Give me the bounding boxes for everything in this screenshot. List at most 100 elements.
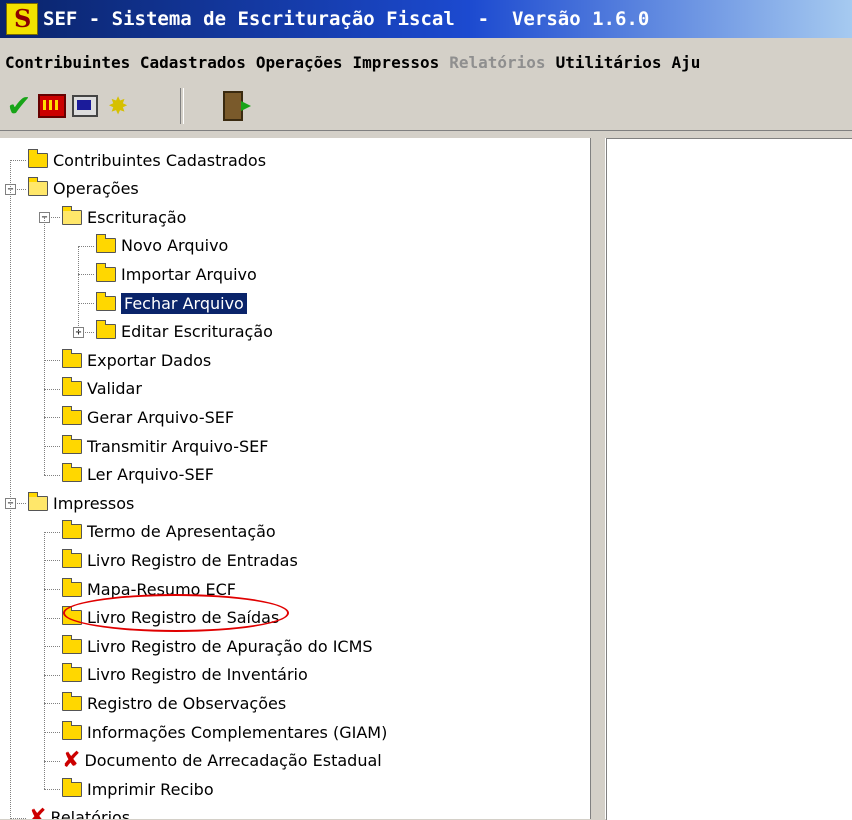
tree-node[interactable]: Validar: [62, 375, 142, 403]
tree-node-label: Relatórios: [50, 808, 131, 819]
folder-icon: [28, 148, 48, 168]
tree-connector: [44, 446, 60, 447]
toolbar-separator: [180, 88, 184, 124]
folder-icon: [96, 320, 116, 340]
menu-item-2[interactable]: Impressos: [348, 53, 445, 72]
tree-connector: [44, 760, 60, 762]
tree-connector: [44, 388, 60, 390]
tree-node[interactable]: Livro Registro de Inventário: [62, 661, 308, 689]
highlight-ellipse: [63, 594, 289, 632]
toolbar: ✔ ✸: [0, 82, 852, 131]
open-folder-icon: [62, 205, 82, 225]
tree-connector: [44, 360, 60, 362]
folder-icon: [96, 262, 116, 282]
tree-node-label: Ler Arquivo-SEF: [87, 465, 214, 485]
content-panel: [606, 138, 852, 820]
tree-node-label: Imprimir Recibo: [87, 779, 214, 799]
tree-node[interactable]: Gerar Arquivo-SEF: [62, 403, 234, 431]
folder-icon: [62, 663, 82, 683]
tree-connector: [44, 474, 60, 476]
menu-item-5[interactable]: Aju: [667, 53, 706, 72]
window-title: SEF - Sistema de Escrituração Fiscal - V…: [43, 8, 650, 30]
tree-node[interactable]: Importar Arquivo: [96, 260, 257, 288]
tree-node-label: Transmitir Arquivo-SEF: [87, 436, 269, 456]
tree-node[interactable]: Termo de Apresentação: [62, 518, 276, 546]
tree-node-label: Livro Registro de Inventário: [87, 665, 308, 685]
folder-icon: [96, 291, 116, 311]
open-folder-icon: [28, 177, 48, 197]
tree-connector: [44, 789, 60, 791]
tree-node-label: Registro de Observações: [87, 693, 287, 713]
tree-connector: [44, 589, 60, 590]
tree-connector: [78, 245, 94, 247]
exit-door-icon[interactable]: [219, 91, 251, 121]
tree-node[interactable]: Ler Arquivo-SEF: [62, 461, 214, 489]
tree-node[interactable]: Impressos: [28, 489, 134, 517]
tree-node-label: Termo de Apresentação: [87, 522, 276, 542]
tree-node-label: Impressos: [53, 493, 135, 513]
tree-node[interactable]: Editar Escrituração: [96, 318, 273, 346]
folder-icon: [62, 548, 82, 568]
navigation-tree-panel: Contribuintes Cadastrados − Operações − Escr…: [0, 138, 590, 819]
sef-app-icon: [6, 3, 38, 35]
navigation-tree: Contribuintes Cadastrados − Operações − Escr…: [0, 138, 590, 819]
tree-node[interactable]: Escrituração: [62, 203, 186, 231]
folder-icon: [62, 377, 82, 397]
tree-node[interactable]: Transmitir Arquivo-SEF: [62, 432, 268, 460]
tree-node[interactable]: Registro de Observações: [62, 689, 286, 717]
folder-icon: [62, 434, 82, 454]
tree-node-label: Importar Arquivo: [121, 264, 257, 284]
title-bar: SEF - Sistema de Escrituração Fiscal - V…: [0, 0, 852, 38]
tree-connector: [78, 274, 94, 276]
panel-splitter[interactable]: [590, 138, 606, 819]
tree-node-label: Gerar Arquivo-SEF: [87, 407, 235, 427]
menu-item-4[interactable]: Utilitários: [551, 53, 667, 72]
tree-node-label: Contribuintes Cadastrados: [53, 150, 267, 170]
tree-node[interactable]: Informações Complementares (GIAM): [62, 718, 387, 746]
tree-connector: [44, 531, 60, 533]
tree-node-label: Fechar Arquivo: [120, 291, 248, 315]
red-x-icon: ✘: [62, 748, 81, 774]
folder-icon: [62, 634, 82, 654]
folder-icon: [96, 234, 116, 254]
tree-node[interactable]: Imprimir Recibo: [62, 775, 214, 803]
folder-icon: [62, 405, 82, 425]
tree-node-label: Informações Complementares (GIAM): [87, 722, 388, 742]
tree-node-label: Operações: [53, 179, 139, 199]
menu-item-3[interactable]: Relatórios: [444, 53, 550, 72]
tree-node[interactable]: Exportar Dados: [62, 346, 211, 374]
tree-connector: [78, 303, 94, 304]
tree-node-label: Livro Registro de Entradas: [87, 550, 298, 570]
computer-icon[interactable]: [71, 92, 99, 120]
red-x-icon: ✘: [28, 805, 47, 819]
tree-connector: [44, 531, 45, 790]
tree-node[interactable]: Livro Registro de Apuração do ICMS: [62, 632, 373, 660]
tree-node-label: Documento de Arrecadação Estadual: [84, 751, 382, 771]
tree-node-label: Livro Registro de Apuração do ICMS: [87, 636, 373, 656]
tree-node[interactable]: Contribuintes Cadastrados: [28, 146, 266, 174]
tree-node[interactable]: Operações: [28, 175, 139, 203]
tree-node[interactable]: Fechar Arquivo: [96, 289, 248, 317]
folder-icon: [62, 777, 82, 797]
folder-icon: [62, 520, 82, 540]
tree-connector: [44, 560, 60, 562]
tree-node[interactable]: Livro Registro de Entradas: [62, 546, 298, 574]
open-folder-icon: [28, 491, 48, 511]
film-icon[interactable]: [38, 92, 66, 120]
tree-connector: [44, 417, 60, 419]
check-icon[interactable]: ✔: [5, 89, 33, 124]
menu-item-1[interactable]: Operações: [251, 53, 348, 72]
tree-connector: [44, 617, 60, 619]
folder-icon: [62, 348, 82, 368]
tree-node[interactable]: ✘ Relatórios: [28, 804, 130, 819]
tree-connector: [10, 160, 26, 161]
new-star-icon[interactable]: ✸: [104, 92, 132, 120]
menu-item-0[interactable]: Contribuintes Cadastrados: [0, 53, 251, 72]
folder-icon: [62, 691, 82, 711]
tree-node[interactable]: ✘ Documento de Arrecadação Estadual: [62, 747, 382, 775]
tree-connector: [44, 703, 60, 705]
menu-bar: Contribuintes Cadastrados Operações Impres…: [0, 46, 852, 78]
tree-connector: [10, 160, 11, 819]
tree-connector: [44, 732, 60, 733]
tree-node[interactable]: Novo Arquivo: [96, 232, 228, 260]
